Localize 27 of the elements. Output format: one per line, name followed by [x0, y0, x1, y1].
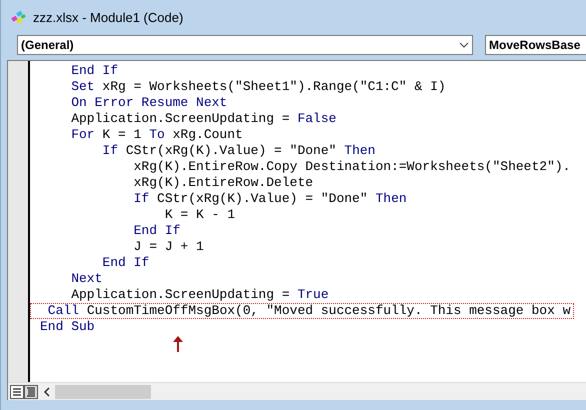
code-line: J = J + 1: [132, 239, 205, 255]
code-line: Set xRg = Worksheets("Sheet1").Range("C1:C" & I): [70, 79, 447, 95]
code-line: K = K - 1: [164, 207, 236, 223]
code-line: If CStr(xRg(K).Value) = "Done" Then: [101, 143, 376, 159]
chevron-down-icon: [459, 42, 469, 48]
code-line: End If: [70, 63, 120, 79]
full-module-view-icon[interactable]: [24, 384, 38, 398]
code-line: End Sub: [39, 319, 96, 335]
code-line: Application.ScreenUpdating = True: [70, 287, 330, 303]
code-line: End If: [101, 255, 150, 271]
code-line: End If: [132, 223, 182, 239]
code-line: If CStr(xRg(K).Value) = "Done" Then: [132, 191, 408, 207]
code-line: Next: [70, 271, 104, 287]
procedure-view-icon[interactable]: [10, 384, 24, 398]
code-line: xRg(K).EntireRow.Copy Destination:=Worksheets("Sheet2").: [132, 159, 572, 175]
annotation-arrow: [173, 336, 183, 352]
window-title: zzz.xlsx - Module1 (Code): [33, 9, 184, 28]
scrollbar-thumb[interactable]: [55, 384, 151, 398]
scroll-left-icon[interactable]: [43, 386, 51, 396]
code-line: xRg(K).EntireRow.Delete: [132, 175, 314, 191]
module-icon: [11, 10, 27, 26]
code-line: Call CustomTimeOffMsgBox(0, "Moved successfully. This message box w: [30, 303, 574, 319]
code-line: For K = 1 To xRg.Count: [70, 127, 244, 143]
code-line: On Error Resume Next: [70, 95, 228, 111]
procedure-dropdown[interactable]: MoveRowsBase: [485, 35, 586, 55]
object-dropdown[interactable]: (General): [17, 35, 473, 55]
code-line: Application.ScreenUpdating = False: [70, 111, 338, 127]
